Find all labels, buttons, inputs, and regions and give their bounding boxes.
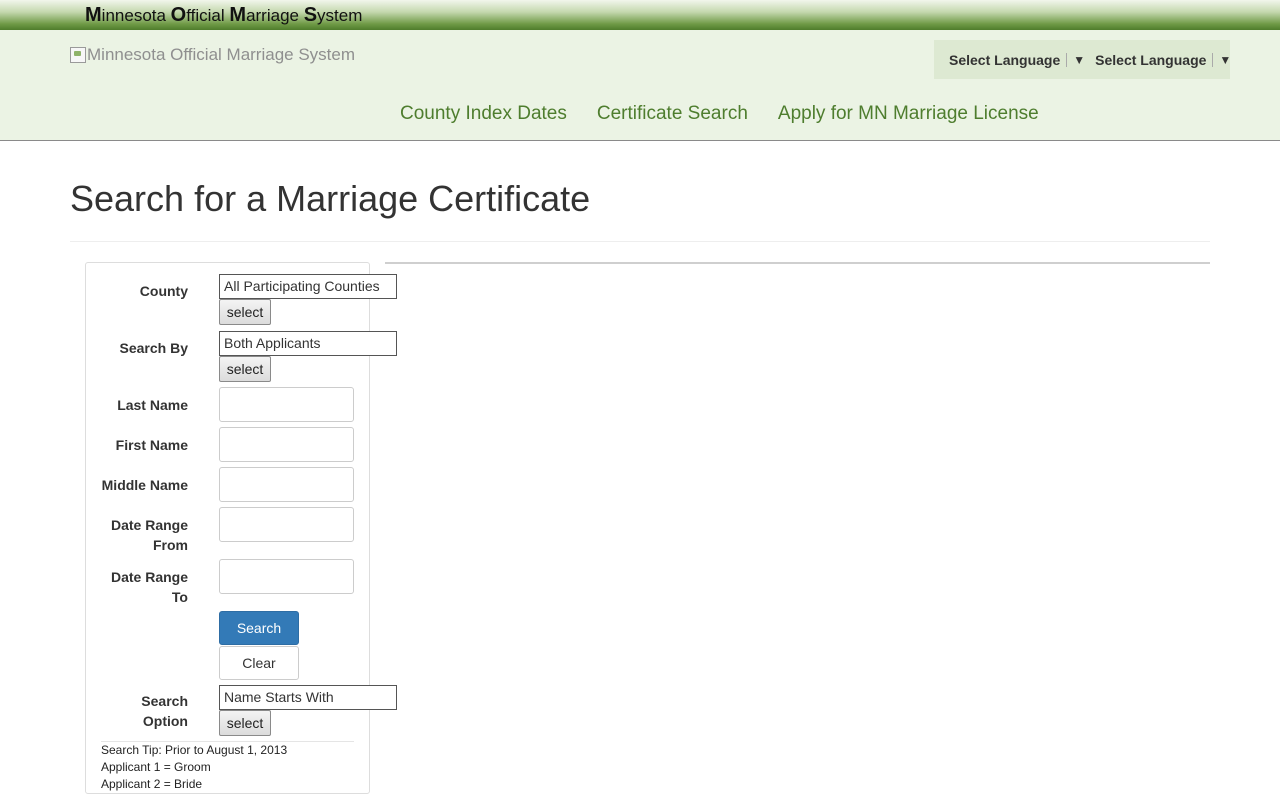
results-divider [385,262,1210,264]
divider [1212,52,1214,67]
last-name-input[interactable] [219,387,354,422]
search-by-label: Search By [119,340,188,356]
header: Minnesota Official Marriage System Selec… [0,30,1280,141]
site-logo[interactable]: Minnesota Official Marriage System [70,45,355,65]
site-title-word: arriage [246,6,304,25]
search-tip-line: Applicant 2 = Bride [101,777,203,791]
language-select-1[interactable]: Select Language ▼ [949,52,1085,68]
middle-name-input[interactable] [219,467,354,502]
caret-down-icon: ▼ [1219,52,1232,67]
search-panel: County All Participating Counties select… [85,262,397,794]
search-option-label: Search Option [141,691,188,731]
broken-image-icon [70,47,86,63]
site-title: Minnesota Official Marriage System [85,4,362,27]
site-title-letter: M [85,4,102,26]
nav-apply-license[interactable]: Apply for MN Marriage License [778,103,1039,125]
language-selector: Select Language ▼ Select Language ▼ [934,40,1231,79]
date-to-label-line2: To [171,589,188,605]
search-by-select-button[interactable]: select [219,356,271,382]
search-tip: Search Tip: Prior to August 1, 2013 Appl… [101,742,287,793]
site-title-letter: S [303,4,318,26]
search-option-label-line1: Search [141,693,188,709]
nav-certificate-search[interactable]: Certificate Search [597,103,748,125]
page-title: Search for a Marriage Certificate [70,178,591,219]
date-from-label: Date Range From [111,515,188,555]
top-banner: Minnesota Official Marriage System [0,0,1280,30]
search-tip-line: Search Tip: Prior to August 1, 2013 [101,743,288,757]
date-to-label-line1: Date Range [110,569,188,585]
search-option-select-button[interactable]: select [219,710,271,736]
first-name-label: First Name [115,437,188,453]
search-option-field[interactable]: Name Starts With [219,685,397,710]
county-label: County [139,283,188,299]
language-select-2[interactable]: Select Language ▼ [1095,52,1231,68]
search-by-field[interactable]: Both Applicants [219,331,397,356]
nav-county-index-dates[interactable]: County Index Dates [400,103,567,125]
site-title-letter: O [170,4,187,26]
language-label: Select Language [1095,51,1207,68]
first-name-input[interactable] [219,427,354,462]
site-title-letter: M [229,4,247,26]
county-field[interactable]: All Participating Counties [219,274,397,299]
site-title-word: innesota [101,6,171,25]
last-name-label: Last Name [117,397,188,413]
divider [1066,52,1068,67]
divider [70,241,1210,242]
date-from-label-line2: From [153,537,188,553]
middle-name-label: Middle Name [101,477,188,493]
clear-button[interactable]: Clear [219,646,299,680]
main-nav: County Index Dates Certificate Search Ap… [400,103,1039,125]
date-from-label-line1: Date Range [110,517,188,533]
search-option-label-line2: Option [142,713,188,729]
caret-down-icon: ▼ [1073,52,1086,67]
date-from-input[interactable] [219,507,354,542]
site-title-word: fficial [186,6,230,25]
logo-alt-text: Minnesota Official Marriage System [87,45,356,64]
county-select-button[interactable]: select [219,299,271,325]
date-to-label: Date Range To [111,567,188,607]
language-label: Select Language [949,51,1061,68]
search-tip-line: Applicant 1 = Groom [101,760,211,774]
date-to-input[interactable] [219,559,354,594]
site-title-word: ystem [317,6,363,25]
search-button[interactable]: Search [219,611,299,645]
